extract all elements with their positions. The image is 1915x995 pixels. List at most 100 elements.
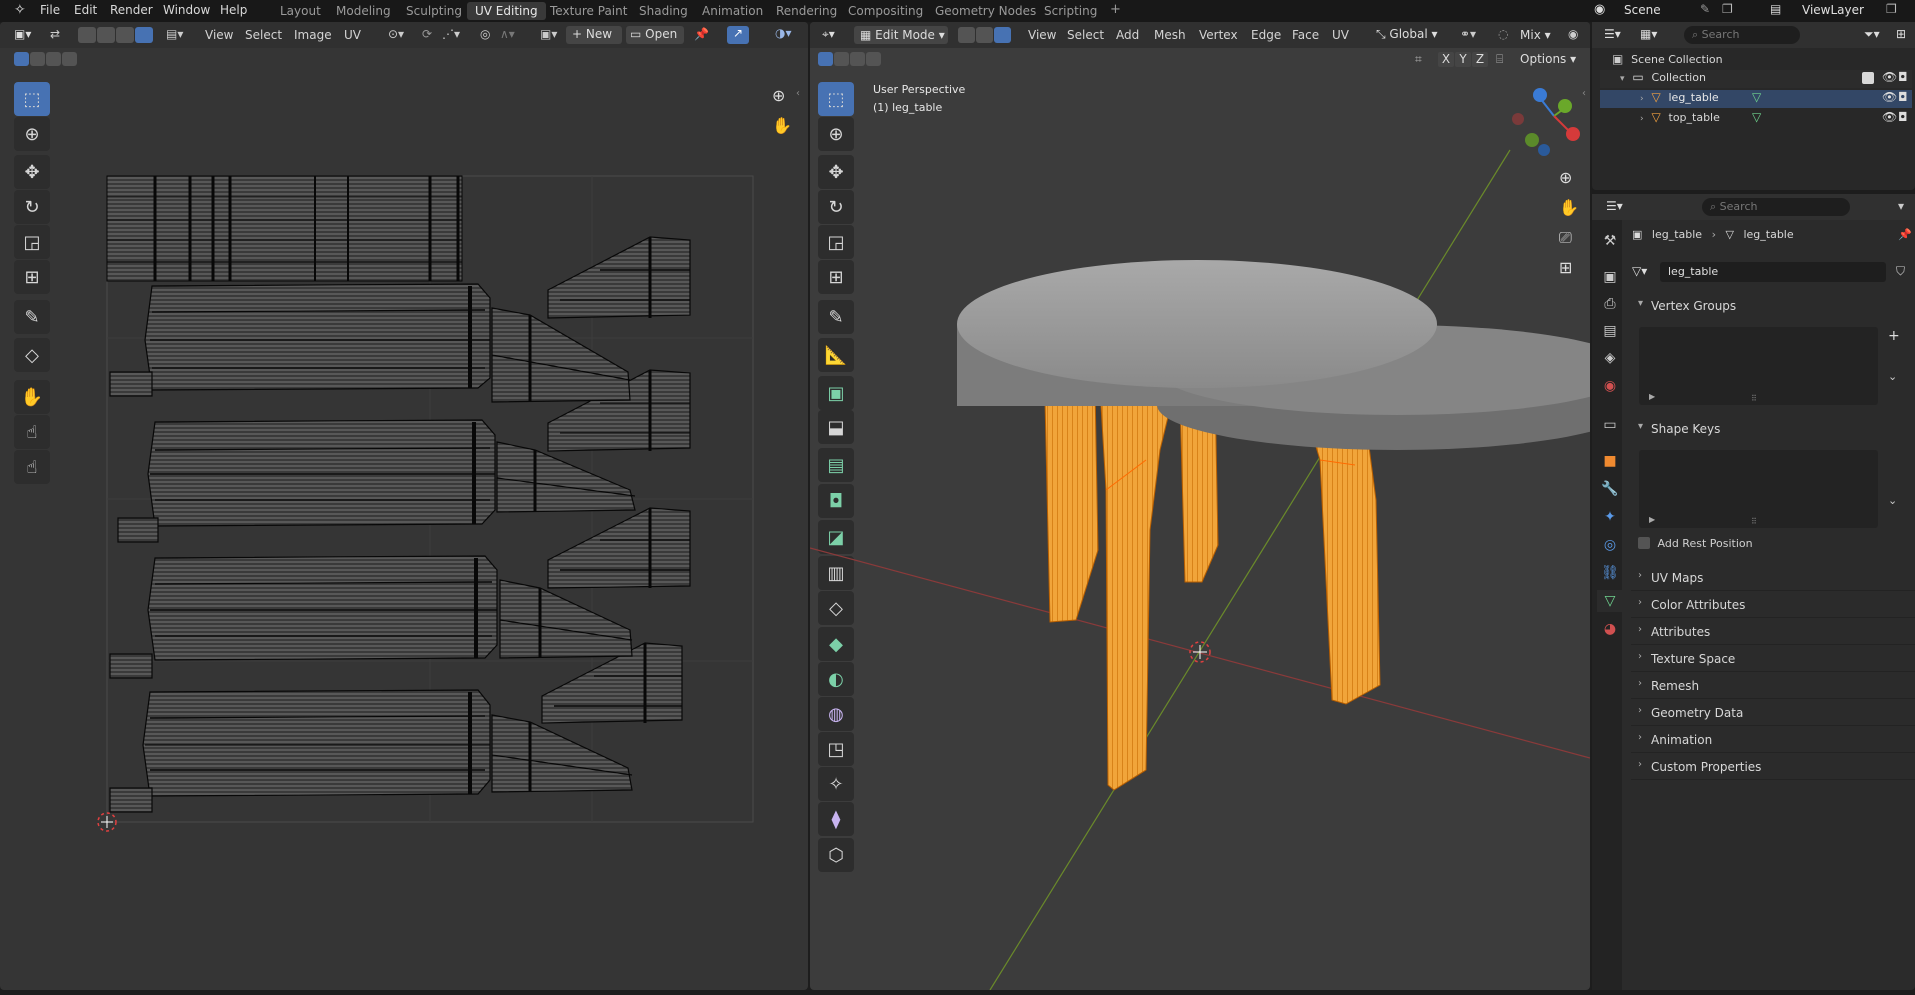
- tab-scripting[interactable]: Scripting: [1038, 4, 1103, 18]
- sticky-mode-icon[interactable]: ▤▾: [166, 27, 192, 43]
- remesh-panel[interactable]: › Remesh: [1631, 673, 1915, 699]
- new-collection-icon[interactable]: ⊞: [1896, 27, 1906, 41]
- shape-keys-list[interactable]: ▶ ⠿: [1639, 450, 1878, 528]
- tab-material-icon[interactable]: ◕: [1597, 618, 1623, 640]
- expand-top-table-icon[interactable]: ›: [1640, 114, 1644, 124]
- mirror-z-toggle[interactable]: Z: [1472, 52, 1488, 67]
- new-scene-icon[interactable]: ❐: [1722, 2, 1733, 16]
- uv-canvas[interactable]: [0, 140, 808, 900]
- mirror-y-toggle[interactable]: Y: [1455, 52, 1471, 67]
- breadcrumb-pin-icon[interactable]: 📌: [1898, 228, 1912, 241]
- properties-options-icon[interactable]: ▾: [1898, 199, 1904, 213]
- uv-menu-uv[interactable]: UV: [344, 28, 361, 42]
- outliner-row-leg-table[interactable]: › ▽ leg_table ▽ 👁 ◘: [1600, 90, 1912, 108]
- properties-search-field[interactable]: ⌕ Search: [1702, 198, 1850, 216]
- tab-constraints-icon[interactable]: ⛓: [1597, 562, 1623, 584]
- gizmo-toggle-icon[interactable]: ↗: [727, 26, 749, 44]
- attributes-panel[interactable]: › Attributes: [1631, 619, 1915, 645]
- vp-menu-add[interactable]: Add: [1116, 28, 1139, 42]
- pivot-point-icon[interactable]: ⚭▾: [1460, 27, 1476, 41]
- island-select-icon[interactable]: [135, 27, 153, 43]
- top-table-render-icon[interactable]: ◘: [1898, 110, 1908, 124]
- vp-menu-vertex[interactable]: Vertex: [1199, 28, 1238, 42]
- overlay-mix-dropdown[interactable]: Mix ▾: [1520, 28, 1551, 42]
- tab-compositing[interactable]: Compositing: [842, 4, 929, 18]
- shape-keys-panel-header[interactable]: ▾ Shape Keys: [1631, 416, 1915, 442]
- texture-space-panel[interactable]: › Texture Space: [1631, 646, 1915, 672]
- viewport-sidebar-toggle-icon[interactable]: ‹: [1582, 88, 1586, 99]
- tab-scene-icon[interactable]: ◈: [1597, 347, 1623, 369]
- vp-menu-edge[interactable]: Edge: [1251, 28, 1281, 42]
- tab-rendering[interactable]: Rendering: [770, 4, 843, 18]
- outliner-row-top-table[interactable]: › ▽ top_table ▽ 👁 ◘: [1600, 110, 1912, 128]
- tab-object-icon[interactable]: ■: [1597, 450, 1623, 472]
- uv-menu-image[interactable]: Image: [294, 28, 332, 42]
- vertex-group-menu-icon[interactable]: ⌄: [1888, 370, 1897, 383]
- options-dropdown[interactable]: Options ▾: [1520, 52, 1576, 66]
- overlay-toggle-icon[interactable]: ◑▾: [775, 26, 792, 40]
- tool-select-box-icon[interactable]: ⬚: [14, 82, 50, 116]
- uv-maps-panel[interactable]: › UV Maps: [1631, 565, 1915, 591]
- tab-tool-icon[interactable]: ⚒: [1597, 230, 1623, 252]
- tab-uv-editing[interactable]: UV Editing: [467, 2, 546, 20]
- pin-scene-icon[interactable]: ✎: [1700, 2, 1710, 16]
- outliner-row-collection[interactable]: ▾ ▭ Collection 👁 ◘: [1600, 70, 1912, 88]
- tab-physics-icon[interactable]: ◎: [1597, 534, 1623, 556]
- collection-render-icon[interactable]: ◘: [1898, 70, 1908, 84]
- vp-menu-uv[interactable]: UV: [1332, 28, 1349, 42]
- face-select-icon[interactable]: [116, 27, 134, 43]
- top-table-mesh-data-icon[interactable]: ▽: [1752, 110, 1761, 124]
- uv-menu-view[interactable]: View: [205, 28, 233, 42]
- collection-visibility-icon[interactable]: 👁: [1882, 70, 1897, 84]
- uv-menu-select[interactable]: Select: [245, 28, 282, 42]
- pivot-icon[interactable]: ⊙▾: [388, 27, 404, 41]
- vertex-groups-panel-header[interactable]: ▾ Vertex Groups: [1631, 293, 1915, 319]
- vertex-select-icon[interactable]: [78, 27, 96, 43]
- menu-edit[interactable]: Edit: [74, 3, 97, 17]
- edge-mode-icon[interactable]: [976, 27, 993, 43]
- menu-window[interactable]: Window: [163, 3, 210, 17]
- outliner-row-scene-collection[interactable]: ▣ Scene Collection: [1612, 52, 1912, 70]
- tab-shading[interactable]: Shading: [633, 4, 694, 18]
- navigation-gizmo[interactable]: [1512, 88, 1580, 156]
- vertex-groups-list[interactable]: ▶ ⠿: [1639, 327, 1878, 405]
- tab-modifier-icon[interactable]: 🔧: [1597, 478, 1623, 500]
- shape-keys-list-resize-icon[interactable]: ⠿: [1751, 517, 1757, 526]
- menu-render[interactable]: Render: [110, 3, 153, 17]
- tab-collection-icon[interactable]: ▭: [1597, 414, 1623, 436]
- image-browse-icon[interactable]: ▣▾: [540, 27, 557, 41]
- vp-select-subtract-icon[interactable]: [850, 52, 865, 66]
- properties-editor-type-icon[interactable]: ☰▾: [1606, 199, 1623, 213]
- geometry-data-panel[interactable]: › Geometry Data: [1631, 700, 1915, 726]
- tab-layout[interactable]: Layout: [274, 4, 327, 18]
- mesh-name-field[interactable]: leg_table: [1660, 262, 1886, 282]
- vertex-mode-icon[interactable]: [958, 27, 975, 43]
- collection-checkbox-icon[interactable]: [1862, 72, 1874, 84]
- menu-file[interactable]: File: [40, 3, 60, 17]
- tab-texture-paint[interactable]: Texture Paint: [544, 4, 633, 18]
- top-table-visibility-icon[interactable]: 👁: [1882, 110, 1897, 124]
- vp-menu-face[interactable]: Face: [1292, 28, 1319, 42]
- leg-table-render-icon[interactable]: ◘: [1898, 90, 1908, 104]
- viewport-pan-icon[interactable]: ✋: [1559, 198, 1579, 217]
- scene-icon[interactable]: ◉: [1594, 2, 1614, 20]
- tab-render-icon[interactable]: ▣: [1597, 266, 1623, 288]
- custom-properties-panel[interactable]: › Custom Properties: [1631, 754, 1915, 780]
- tab-particles-icon[interactable]: ✦: [1597, 506, 1623, 528]
- vertex-groups-list-resize-icon[interactable]: ⠿: [1751, 394, 1757, 403]
- mesh-browse-icon[interactable]: ▽▾: [1632, 264, 1647, 278]
- tab-world-icon[interactable]: ◉: [1597, 375, 1623, 397]
- falloff-icon[interactable]: ∧▾: [500, 27, 515, 41]
- sync-selection-icon[interactable]: ⇄: [50, 27, 70, 43]
- outliner-editor-type-icon[interactable]: ☰▾: [1604, 27, 1621, 41]
- shape-key-menu-icon[interactable]: ⌄: [1888, 494, 1897, 507]
- animation-panel[interactable]: › Animation: [1631, 727, 1915, 753]
- mirror-x-toggle[interactable]: X: [1438, 52, 1454, 67]
- select-new-icon[interactable]: [14, 52, 29, 66]
- tab-output-icon[interactable]: ⎙: [1597, 293, 1623, 315]
- add-workspace-button[interactable]: +: [1104, 2, 1127, 17]
- viewport-camera-icon[interactable]: ⎚: [1559, 228, 1572, 248]
- vp-menu-select[interactable]: Select: [1067, 28, 1104, 42]
- edge-select-icon[interactable]: [97, 27, 115, 43]
- face-mode-icon[interactable]: [994, 27, 1011, 43]
